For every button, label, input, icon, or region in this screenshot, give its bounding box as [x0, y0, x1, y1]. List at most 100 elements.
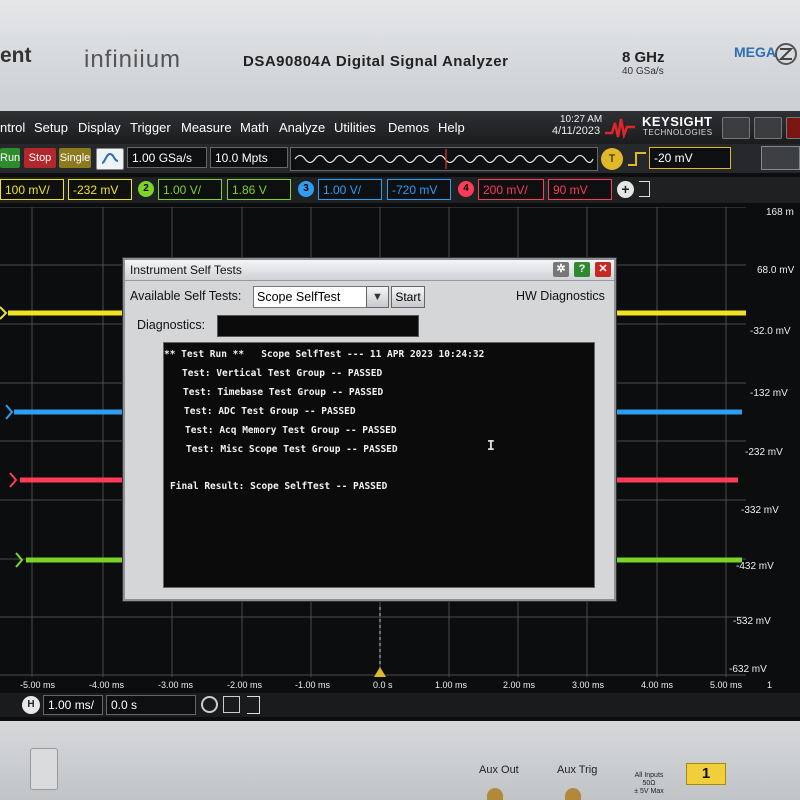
- vscale-2: -32.0 mV: [750, 326, 791, 337]
- menu-setup[interactable]: Setup: [34, 120, 68, 135]
- time-label-6: 1.00 ms: [435, 680, 468, 690]
- aux-out-connector[interactable]: [487, 788, 503, 800]
- inputs-note-2: 50Ω: [642, 780, 656, 787]
- maximize-button[interactable]: [754, 117, 782, 139]
- close-icon[interactable]: ✕: [595, 262, 611, 277]
- zoom-icon[interactable]: [201, 696, 218, 713]
- menu-trigger[interactable]: Trigger: [130, 120, 171, 135]
- vscale-1: 68.0 mV: [757, 265, 795, 276]
- ch1-scale[interactable]: 100 mV/: [0, 179, 64, 200]
- single-button[interactable]: Single: [59, 148, 91, 168]
- diagnostics-label: Diagnostics:: [137, 318, 206, 332]
- clock-time: 10:27 AM: [560, 114, 603, 125]
- timebase-panel-icon[interactable]: [223, 696, 240, 713]
- timebase-expand-icon[interactable]: [247, 696, 260, 714]
- run-button[interactable]: Run: [0, 148, 20, 168]
- time-scale-field[interactable]: 1.00 ms/: [43, 695, 103, 715]
- memory-depth-field[interactable]: 10.0 Mpts: [210, 147, 288, 168]
- waveform-overview[interactable]: [290, 147, 598, 171]
- mega-text: MEGA: [734, 44, 776, 60]
- help-icon[interactable]: ?: [574, 262, 590, 277]
- menu-help[interactable]: Help: [438, 120, 465, 135]
- close-window-button[interactable]: [786, 117, 800, 139]
- menu-analyze[interactable]: Analyze: [279, 120, 325, 135]
- model-label: DSA90804A Digital Signal Analyzer: [243, 53, 509, 70]
- menu-math[interactable]: Math: [240, 120, 269, 135]
- menu-utilities[interactable]: Utilities: [334, 120, 376, 135]
- result-line-header: ** Test Run ** Scope SelfTest --- 11 APR…: [164, 349, 485, 360]
- channel-panel-icon[interactable]: [639, 181, 650, 197]
- time-position-field[interactable]: 0.0 s: [106, 695, 196, 715]
- gear-icon[interactable]: ✲: [553, 262, 569, 277]
- available-self-tests-label: Available Self Tests:: [130, 289, 242, 303]
- ch1-offset[interactable]: -232 mV: [68, 179, 132, 200]
- ch2-scale[interactable]: 1.00 V/: [158, 179, 222, 200]
- dialog-titlebar[interactable]: Instrument Self Tests ✲ ? ✕: [125, 260, 614, 281]
- time-label-10: 5.00 ms: [710, 680, 743, 690]
- menu-measure[interactable]: Measure: [181, 120, 232, 135]
- trigger-edge-icon: [628, 152, 646, 166]
- vscale-3: -132 mV: [750, 388, 788, 399]
- ch3-scale[interactable]: 1.00 V/: [318, 179, 382, 200]
- time-label-3: -2.00 ms: [227, 680, 263, 690]
- inputs-note-1: All Inputs: [634, 772, 664, 779]
- minimize-button[interactable]: [722, 117, 750, 139]
- result-line: Test: Acq Memory Test Group -- PASSED: [185, 425, 397, 436]
- time-label-2: -3.00 ms: [158, 680, 194, 690]
- vscale-8: -632 mV: [729, 664, 767, 675]
- add-channel-button[interactable]: +: [617, 181, 634, 198]
- result-line: Test: ADC Test Group -- PASSED: [184, 406, 356, 417]
- timebase-bar: H 1.00 ms/ 0.0 s: [0, 693, 800, 717]
- dialog-title: Instrument Self Tests: [130, 263, 242, 277]
- menu-bar: ntrol Setup Display Trigger Measure Math…: [0, 111, 800, 144]
- chevron-down-icon[interactable]: ▼: [366, 286, 389, 308]
- result-line: Test: Vertical Test Group -- PASSED: [182, 368, 383, 379]
- start-button[interactable]: Start: [391, 286, 425, 308]
- power-switch[interactable]: [30, 748, 58, 790]
- time-label-5: 0.0 s: [373, 680, 393, 690]
- time-label-4: -1.00 ms: [295, 680, 331, 690]
- ch2-badge[interactable]: 2: [138, 181, 154, 197]
- menu-demos[interactable]: Demos: [388, 120, 429, 135]
- brand-text: ent: [0, 44, 32, 67]
- sample-rate-rating: 40 GSa/s: [622, 66, 664, 77]
- overview-wave: [294, 149, 594, 169]
- self-test-dialog: Instrument Self Tests ✲ ? ✕ Available Se…: [123, 258, 616, 601]
- ch4-offset[interactable]: 90 mV: [548, 179, 612, 200]
- time-label-9: 4.00 ms: [641, 680, 674, 690]
- ch2-ground-marker: [15, 552, 24, 568]
- aux-trig-label: Aux Trig: [557, 764, 598, 776]
- input-rating-note: All Inputs 50Ω ± 5V Max: [632, 772, 666, 796]
- sample-rate-field[interactable]: 1.00 GSa/s: [127, 147, 207, 168]
- aux-trig-connector[interactable]: [565, 788, 581, 800]
- autoscale-icon: [101, 152, 119, 164]
- menu-display[interactable]: Display: [78, 120, 121, 135]
- self-test-results[interactable]: ** Test Run ** Scope SelfTest --- 11 APR…: [163, 342, 595, 588]
- toolbar-expand-button[interactable]: [761, 146, 800, 170]
- auto-scale-button[interactable]: [96, 148, 124, 170]
- time-label-0: -5.00 ms: [20, 680, 56, 690]
- ch3-offset[interactable]: -720 mV: [387, 179, 451, 200]
- ch4-badge[interactable]: 4: [458, 181, 474, 197]
- result-line: Test: Timebase Test Group -- PASSED: [183, 387, 384, 398]
- ch2-offset[interactable]: 1.86 V: [227, 179, 291, 200]
- scope-screen: ntrol Setup Display Trigger Measure Math…: [0, 111, 800, 721]
- trigger-level-field[interactable]: -20 mV: [649, 147, 731, 169]
- time-label-8: 3.00 ms: [572, 680, 605, 690]
- trigger-badge[interactable]: T: [601, 148, 623, 170]
- text-cursor-icon: I: [487, 439, 495, 454]
- hw-diagnostics-label[interactable]: HW Diagnostics: [516, 289, 605, 303]
- keysight-sub: TECHNOLOGIES: [643, 128, 713, 137]
- diagnostics-field[interactable]: [217, 315, 419, 337]
- vscale-7: -532 mV: [733, 616, 771, 627]
- ch3-badge[interactable]: 3: [298, 181, 314, 197]
- vscale-0: 168 m: [766, 207, 794, 218]
- horizontal-badge[interactable]: H: [22, 696, 40, 714]
- time-label-11: 1: [767, 680, 773, 690]
- stop-button[interactable]: Stop: [24, 148, 56, 168]
- mega-badge: MEGA: [734, 43, 800, 74]
- menu-control[interactable]: ntrol: [0, 120, 25, 135]
- instrument-bezel: ent infiniium DSA90804A Digital Signal A…: [0, 0, 800, 800]
- mega-z-icon: [775, 43, 797, 65]
- ch4-scale[interactable]: 200 mV/: [478, 179, 544, 200]
